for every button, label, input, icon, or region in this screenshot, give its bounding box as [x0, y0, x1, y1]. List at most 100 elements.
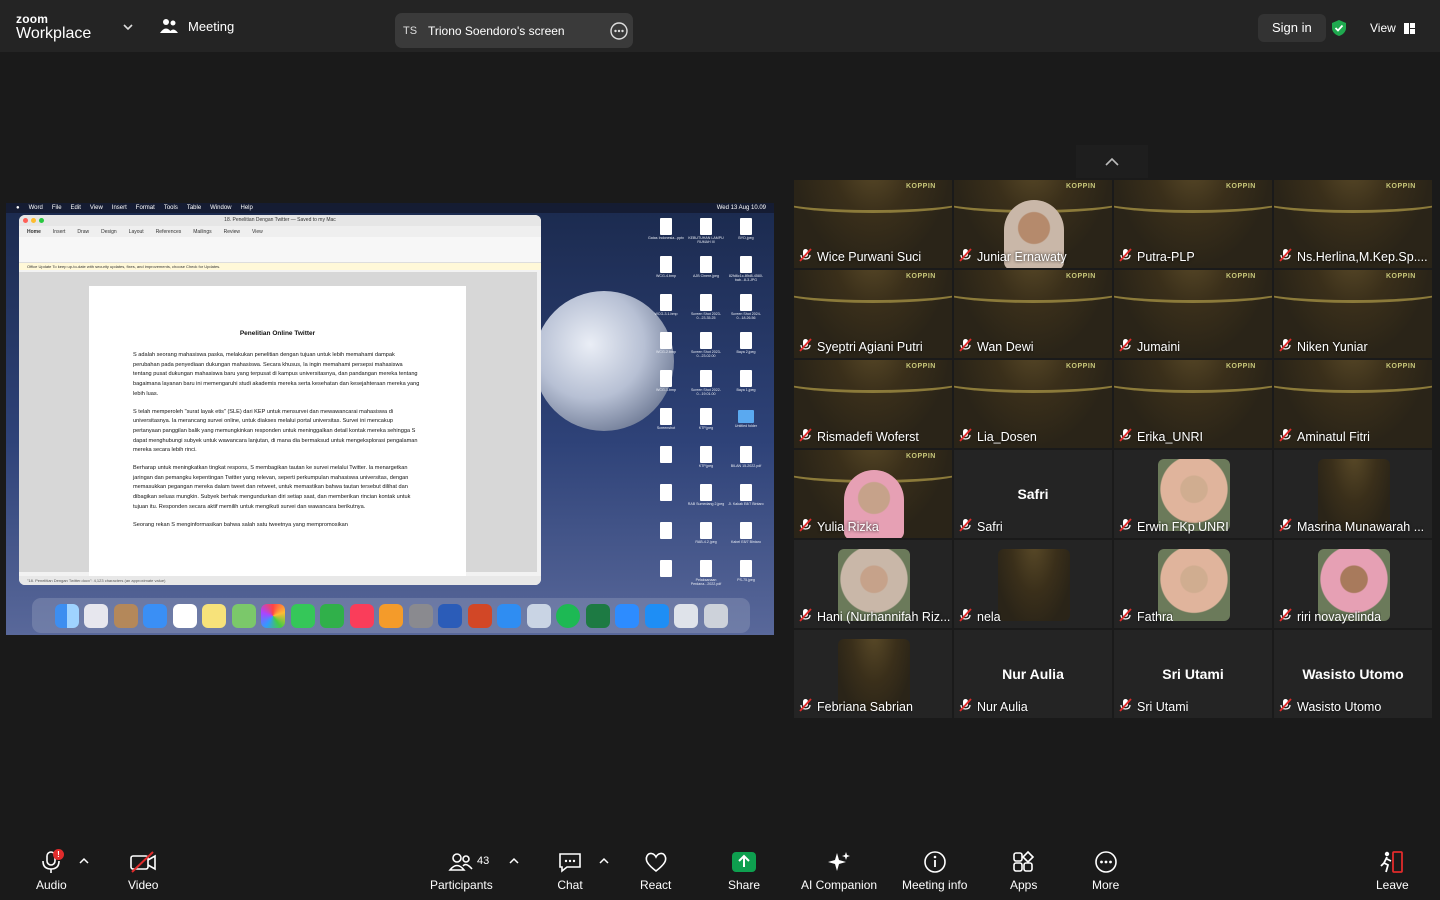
mac-menu-item: Window — [210, 205, 232, 211]
muted-mic-icon — [959, 698, 972, 715]
participant-tile[interactable]: KOPPIN Wan Dewi — [953, 269, 1113, 359]
launchpad-icon — [84, 603, 108, 628]
file-label: 82fd6c1c-89d8-4580-bab...8-3.JPG — [728, 274, 764, 283]
participant-tile[interactable]: KOPPIN Wice Purwani Suci — [793, 179, 953, 269]
word-tab: Layout — [128, 228, 144, 235]
desktop-file-icon: 82fd6c1c-89d8-4580-bab...8-3.JPG — [726, 255, 766, 291]
participant-tile[interactable]: KOPPIN Aminatul Fitri — [1273, 359, 1433, 449]
participant-tile[interactable]: KOPPIN Niken Yuniar — [1273, 269, 1433, 359]
document-paragraph: S adalah seorang mahasiswa paska, melaku… — [133, 352, 420, 397]
participant-tile[interactable]: riri novayelinda — [1273, 539, 1433, 629]
chat-button[interactable]: Chat — [557, 850, 583, 892]
participant-tile[interactable]: Wasisto Utomo Wasisto Utomo — [1273, 629, 1433, 719]
ai-companion-button[interactable]: AI Companion — [801, 850, 877, 892]
participant-avatar — [998, 549, 1070, 621]
sparkle-icon — [828, 852, 851, 871]
caret-up-icon[interactable] — [79, 857, 89, 865]
participant-tile[interactable]: Erwin FKp UNRI — [1113, 449, 1273, 539]
shield-check-icon[interactable] — [1330, 19, 1348, 37]
desktop-file-icon: KTP.jpeg — [686, 407, 726, 443]
more-options-icon[interactable] — [610, 22, 628, 40]
zoom-icon — [615, 603, 639, 628]
safari-icon — [497, 603, 521, 628]
participant-tile[interactable]: nela — [953, 539, 1113, 629]
participant-tile[interactable]: KOPPIN Putra-PLP — [1113, 179, 1273, 269]
chevron-down-icon[interactable] — [121, 20, 135, 34]
meeting-label: Meeting — [188, 18, 235, 34]
desktop-file-icon: BYD.jpeg — [726, 217, 766, 253]
gallery-collapse-button[interactable] — [1076, 145, 1148, 178]
desktop-file-icon: WCG-3.1.bmp — [646, 293, 686, 329]
participant-tile[interactable]: KOPPIN Jumaini — [1113, 269, 1273, 359]
muted-mic-icon — [959, 338, 972, 355]
participant-tile[interactable]: Fathra — [1113, 539, 1273, 629]
meeting-button[interactable]: Meeting — [160, 18, 234, 34]
shared-screen-indicator[interactable]: TS Triono Soendoro's screen — [395, 13, 633, 48]
participant-tile[interactable]: KOPPIN Rismadefi Woferst — [793, 359, 953, 449]
participant-tile[interactable]: Masrina Munawarah ... — [1273, 449, 1433, 539]
chat-label: Chat — [557, 878, 583, 892]
audio-warning-badge: ! — [53, 849, 64, 860]
word-tab: Review — [223, 228, 241, 235]
participant-display-name: Safri — [1017, 486, 1049, 502]
more-label: More — [1092, 878, 1120, 892]
mac-menu-item: Word — [28, 205, 43, 211]
participant-name-tag: Erwin FKp UNRI — [1119, 518, 1229, 535]
file-label: Gatas Indonesia...pptx — [648, 236, 684, 240]
document-title: Penelitian Online Twitter — [239, 330, 316, 337]
participant-tile[interactable]: Nur Aulia Nur Aulia — [953, 629, 1113, 719]
file-icon — [740, 256, 752, 273]
shared-screen[interactable]: ● Word File Edit View Insert Format Tool… — [6, 203, 774, 635]
video-button[interactable]: Video — [128, 850, 158, 892]
react-button[interactable]: React — [640, 850, 671, 892]
leave-button[interactable]: Leave — [1376, 850, 1409, 892]
view-button[interactable]: View — [1370, 21, 1415, 35]
top-bar: zoom Workplace Meeting TS Triono Soendor… — [0, 0, 1440, 52]
file-icon — [660, 408, 672, 425]
document-paragraph: S telah memperoleh "surat layak etis" (S… — [133, 408, 418, 454]
mac-menu-bar: ● Word File Edit View Insert Format Tool… — [6, 203, 774, 213]
apps-button[interactable]: Apps — [1010, 850, 1037, 892]
file-icon — [700, 256, 712, 273]
meeting-info-label: Meeting info — [902, 878, 968, 892]
banner-logo: KOPPIN — [1066, 273, 1096, 280]
participant-name: Erwin FKp UNRI — [1137, 519, 1229, 534]
participant-tile[interactable]: KOPPIN Yulia Rizka — [793, 449, 953, 539]
meeting-info-button[interactable]: Meeting info — [902, 850, 967, 892]
participant-tile[interactable]: Sri Utami Sri Utami — [1113, 629, 1273, 719]
participant-tile[interactable]: KOPPIN Lia_Dosen — [953, 359, 1113, 449]
muted-mic-icon — [799, 698, 812, 715]
maps-icon — [231, 603, 256, 628]
desktop-file-icon: Screenshot — [646, 407, 686, 443]
muted-mic-icon — [1119, 698, 1132, 715]
excel-icon — [585, 603, 610, 628]
participant-tile[interactable]: KOPPIN Erika_UNRI — [1113, 359, 1273, 449]
word-icon — [438, 603, 462, 628]
muted-mic-icon — [1119, 608, 1132, 625]
more-button[interactable]: More — [1092, 850, 1119, 892]
file-label: Untitled folder — [734, 424, 758, 428]
file-label: PS-75.jpeg — [737, 578, 755, 582]
file-label: Baya 1.jpeg — [736, 388, 756, 392]
participant-name: Wice Purwani Suci — [817, 249, 922, 264]
document-paragraph: Berharap untuk meningkatkan tingkat resp… — [133, 465, 411, 510]
share-button[interactable]: Share — [728, 850, 760, 892]
participant-tile[interactable]: KOPPIN Ns.Herlina,M.Kep.Sp.... — [1273, 179, 1433, 269]
participant-tile[interactable]: KOPPIN Syeptri Agiani Putri — [793, 269, 953, 359]
participants-icon — [448, 853, 473, 871]
finder-icon — [54, 603, 79, 628]
file-label: WCG-3.1.bmp — [654, 312, 678, 316]
participant-tile[interactable]: Hani (Nurhannifah Riz... — [793, 539, 953, 629]
muted-mic-icon — [1279, 428, 1292, 445]
participant-tile[interactable]: KOPPIN Juniar Ernawaty — [953, 179, 1113, 269]
participant-tile[interactable]: Safri Safri — [953, 449, 1113, 539]
file-icon — [660, 218, 672, 235]
audio-label: Audio — [36, 878, 67, 892]
sign-in-button[interactable]: Sign in — [1258, 14, 1326, 42]
caret-up-icon[interactable] — [599, 857, 609, 865]
word-tab: Mailings — [193, 228, 212, 235]
caret-up-icon[interactable] — [509, 857, 519, 865]
muted-mic-icon — [799, 338, 812, 355]
word-status-bar: "18. Penelitian Dengan Twitter.docx": 4,… — [19, 576, 541, 585]
participant-tile[interactable]: Febriana Sabrian — [793, 629, 953, 719]
